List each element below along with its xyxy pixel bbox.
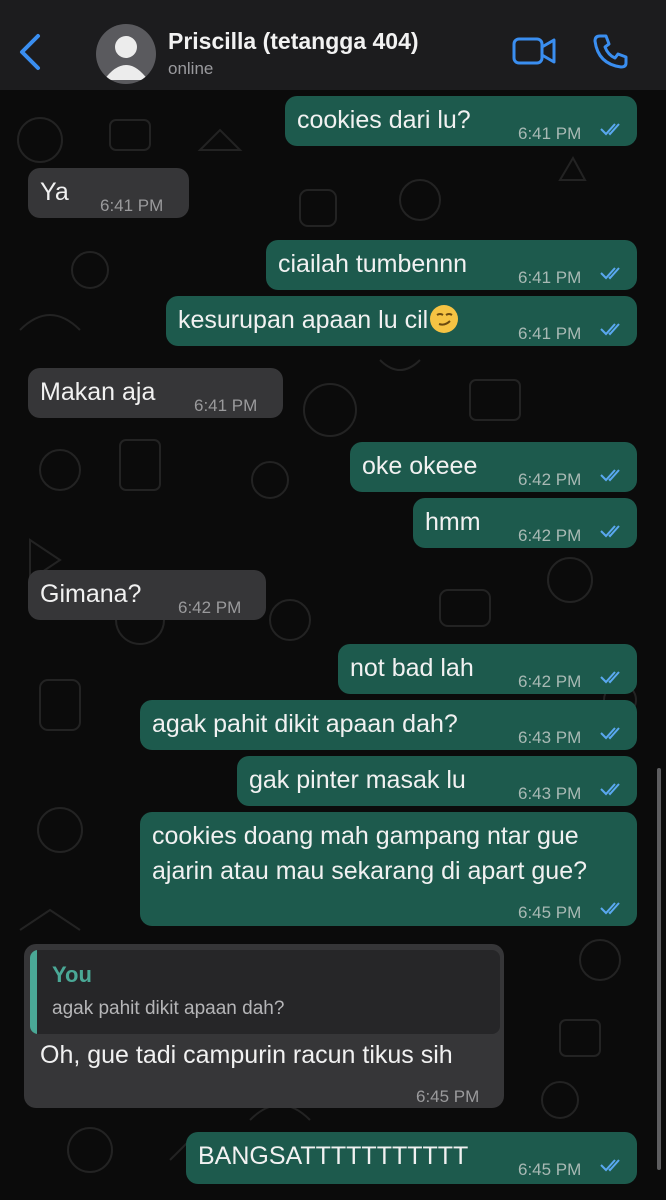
read-ticks-icon (600, 469, 620, 482)
read-ticks-icon (600, 671, 620, 684)
chat-scrollbar[interactable] (657, 768, 661, 1170)
message-outgoing[interactable]: oke okeee 6:42 PM (350, 442, 637, 492)
message-text: hmm (425, 508, 481, 536)
message-text-line-1: cookies doang mah gampang ntar gue (152, 822, 579, 850)
message-text: gak pinter masak lu (249, 766, 466, 794)
message-outgoing[interactable]: not bad lah 6:42 PM (338, 644, 637, 694)
contact-name[interactable]: Priscilla (tetangga 404) (168, 28, 419, 55)
message-time: 6:41 PM (194, 396, 258, 415)
message-time: 6:42 PM (518, 526, 582, 545)
read-ticks-icon (600, 727, 620, 740)
quoted-message[interactable]: You agak pahit dikit apaan dah? (30, 950, 500, 1034)
message-outgoing[interactable]: cookies dari lu? 6:41 PM (285, 96, 637, 146)
message-time: 6:41 PM (518, 268, 582, 287)
message-time: 6:41 PM (518, 324, 582, 343)
message-time: 6:43 PM (518, 784, 582, 803)
contact-status: online (168, 59, 214, 78)
message-time: 6:42 PM (178, 598, 242, 617)
read-ticks-icon (600, 267, 620, 280)
read-ticks-icon (600, 123, 620, 136)
message-outgoing[interactable]: hmm 6:42 PM (413, 498, 637, 548)
message-text: Makan aja (40, 378, 156, 406)
quote-accent-bar (30, 950, 37, 1034)
message-text: ciailah tumbennn (278, 250, 468, 278)
message-text: Gimana? (40, 580, 142, 608)
message-text-wrapper: Oh, gue tadi campurin racun tikus sih 6:… (24, 1036, 504, 1106)
quoted-text: agak pahit dikit apaan dah? (52, 998, 285, 1019)
message-text: Ya (40, 178, 69, 206)
message-text: not bad lah (350, 654, 474, 682)
message-outgoing[interactable]: cookies doang mah gampang ntar gue ajari… (140, 812, 637, 926)
message-outgoing[interactable]: kesurupan apaan lu cil 6:41 PM (166, 296, 637, 346)
message-outgoing[interactable]: gak pinter masak lu 6:43 PM (237, 756, 637, 806)
chat-header: Priscilla (tetangga 404) online (0, 0, 666, 90)
message-time: 6:45 PM (416, 1087, 480, 1106)
message-text: cookies dari lu? (297, 106, 471, 134)
message-time: 6:45 PM (518, 1160, 582, 1179)
video-call-icon[interactable] (512, 34, 556, 68)
phone-call-icon[interactable] (592, 32, 630, 70)
message-incoming[interactable]: Gimana? 6:42 PM (28, 570, 266, 620)
message-text: Oh, gue tadi campurin racun tikus sih (40, 1041, 453, 1069)
message-outgoing[interactable]: agak pahit dikit apaan dah? 6:43 PM (140, 700, 637, 750)
read-ticks-icon (600, 323, 620, 336)
message-time: 6:41 PM (100, 196, 164, 215)
message-time: 6:45 PM (518, 903, 582, 922)
quoted-author: You (52, 962, 92, 987)
avatar-placeholder-icon (104, 36, 148, 80)
read-ticks-icon (600, 525, 620, 538)
message-incoming[interactable]: Makan aja 6:41 PM (28, 368, 283, 418)
message-text-line-2: ajarin atau mau sekarang di apart gue? (152, 857, 588, 885)
message-incoming[interactable]: Ya 6:41 PM (28, 168, 189, 218)
smirking-face-emoji (430, 305, 459, 333)
message-text: BANGSATTTTTTTTTTT (198, 1142, 469, 1170)
back-chevron-icon[interactable] (14, 30, 48, 74)
read-ticks-icon (600, 1159, 620, 1172)
message-time: 6:42 PM (518, 672, 582, 691)
message-outgoing[interactable]: BANGSATTTTTTTTTTT 6:45 PM (186, 1132, 637, 1184)
read-ticks-icon (600, 902, 620, 915)
message-time: 6:41 PM (518, 124, 582, 143)
contact-avatar[interactable] (96, 24, 156, 84)
message-text: oke okeee (362, 452, 478, 480)
message-text: kesurupan apaan lu cil (178, 305, 459, 335)
message-time: 6:42 PM (518, 470, 582, 489)
read-ticks-icon (600, 783, 620, 796)
message-text: agak pahit dikit apaan dah? (152, 710, 458, 738)
message-outgoing[interactable]: ciailah tumbennn 6:41 PM (266, 240, 637, 290)
message-time: 6:43 PM (518, 728, 582, 747)
